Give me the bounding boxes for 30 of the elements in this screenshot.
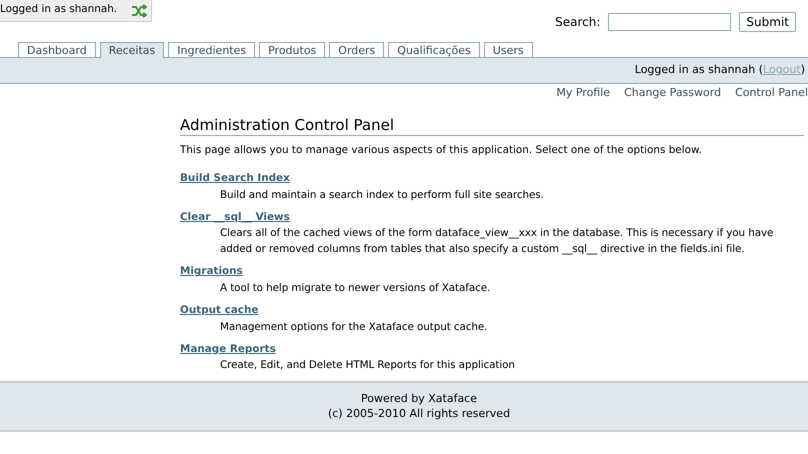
search-label: Search: — [555, 14, 600, 31]
nav-tab[interactable]: Ingredientes — [168, 42, 256, 57]
nav-tab[interactable]: Produtos — [259, 42, 326, 57]
option-description: Create, Edit, and Delete HTML Reports for this application — [219, 358, 516, 374]
option-description: Build and maintain a search index to perform full site searches. — [219, 188, 545, 203]
option-link[interactable]: Manage Reports — [180, 342, 276, 355]
option-link[interactable]: Output cache — [180, 304, 258, 316]
option-link[interactable]: Migrations — [180, 265, 243, 278]
option-description: Clears all of the cached views of the form dataface_view__xxx in the database. This is necessary if you have added or removed columns from tables that also specify a custom __sql__ directive in the fields.ini file. — [219, 226, 774, 258]
nav-tab[interactable]: Qualificações — [388, 42, 480, 57]
option-description: Management options for the Xataface output cache. — [219, 320, 488, 335]
search-field[interactable] — [608, 13, 732, 31]
footer-text: (c) 2005-2010 All rights reserved — [328, 406, 510, 421]
nav-link[interactable]: Control Panel — [735, 85, 808, 102]
nav-tab[interactable]: Dashboard — [18, 42, 96, 57]
login-status-text: Logged in as shannah (Logout) — [634, 62, 805, 78]
login-status-text: Logged in as shannah. — [0, 2, 118, 17]
footer-text: Powered by Xataface — [360, 391, 477, 406]
nav-tab[interactable]: Orders — [329, 42, 384, 57]
nav-link[interactable]: My Profile — [556, 85, 610, 102]
nav-link[interactable]: Change Password — [624, 85, 722, 102]
shuffle-icon[interactable] — [131, 4, 147, 18]
submit-button[interactable]: Submit — [739, 12, 796, 32]
option-description: A tool to help migrate to newer versions of Xataface. — [219, 280, 492, 296]
nav-tab[interactable]: Users — [484, 42, 533, 57]
page-title: Administration Control Panel — [180, 116, 804, 136]
option-link[interactable]: Build Search Index — [180, 172, 290, 184]
option-link[interactable]: Clear __sql__ Views — [180, 210, 290, 223]
intro-text: This page allows you to manage various aspects of this application. Select one of the options below. — [180, 142, 703, 158]
nav-tab[interactable]: Receitas — [100, 42, 164, 58]
